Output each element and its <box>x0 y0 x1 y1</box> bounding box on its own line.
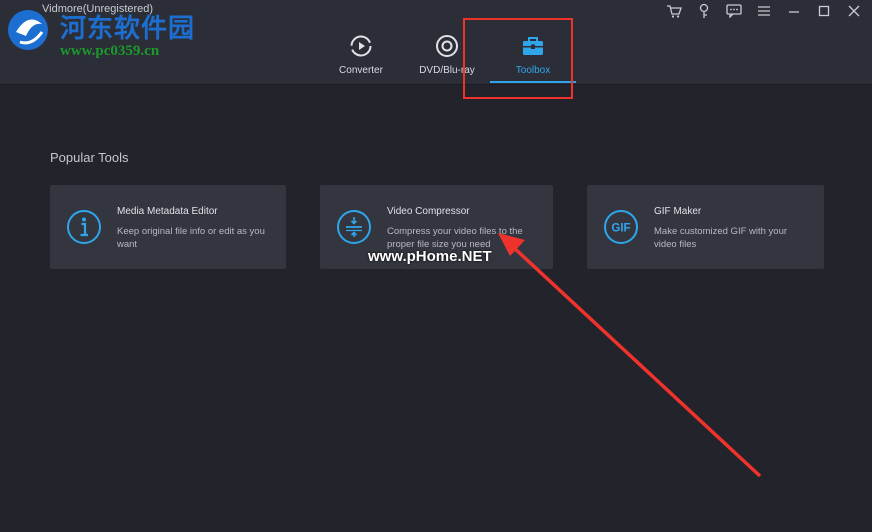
disc-icon <box>436 35 458 57</box>
tool-card-gif-maker[interactable]: GIF GIF Maker Make customized GIF with y… <box>587 185 824 269</box>
tool-description: Make customized GIF with your video file… <box>654 226 788 250</box>
maximize-icon[interactable] <box>814 2 834 20</box>
svg-text:GIF: GIF <box>611 223 630 235</box>
watermark-site-name: 河东软件园 <box>60 14 196 44</box>
feedback-icon[interactable] <box>724 2 744 20</box>
tool-description: Keep original file info or edit as you w… <box>117 226 265 250</box>
menu-icon[interactable] <box>754 2 774 20</box>
tab-converter-label: Converter <box>339 65 383 76</box>
converter-icon <box>350 35 372 57</box>
tool-card-metadata-editor[interactable]: Media Metadata Editor Keep original file… <box>50 185 286 269</box>
compress-icon <box>337 210 371 244</box>
close-icon[interactable] <box>844 2 864 20</box>
tool-title: GIF Maker <box>654 206 702 217</box>
tool-title: Media Metadata Editor <box>117 206 218 217</box>
watermark-overlay-text: www.pHome.NET <box>368 248 492 265</box>
title-bar: Vidmore(Unregistered) 河东软件园 www.pc0359.c… <box>0 0 872 85</box>
window-controls <box>664 2 864 20</box>
gif-icon: GIF <box>604 210 638 244</box>
watermark-site-url: www.pc0359.cn <box>60 43 160 59</box>
section-title: Popular Tools <box>50 150 129 165</box>
key-icon[interactable] <box>694 2 714 20</box>
tool-title: Video Compressor <box>387 206 470 217</box>
minimize-icon[interactable] <box>784 2 804 20</box>
info-icon <box>67 210 101 244</box>
tab-converter[interactable]: Converter <box>318 28 404 84</box>
annotation-highlight-box <box>463 18 573 99</box>
cart-icon[interactable] <box>664 2 684 20</box>
